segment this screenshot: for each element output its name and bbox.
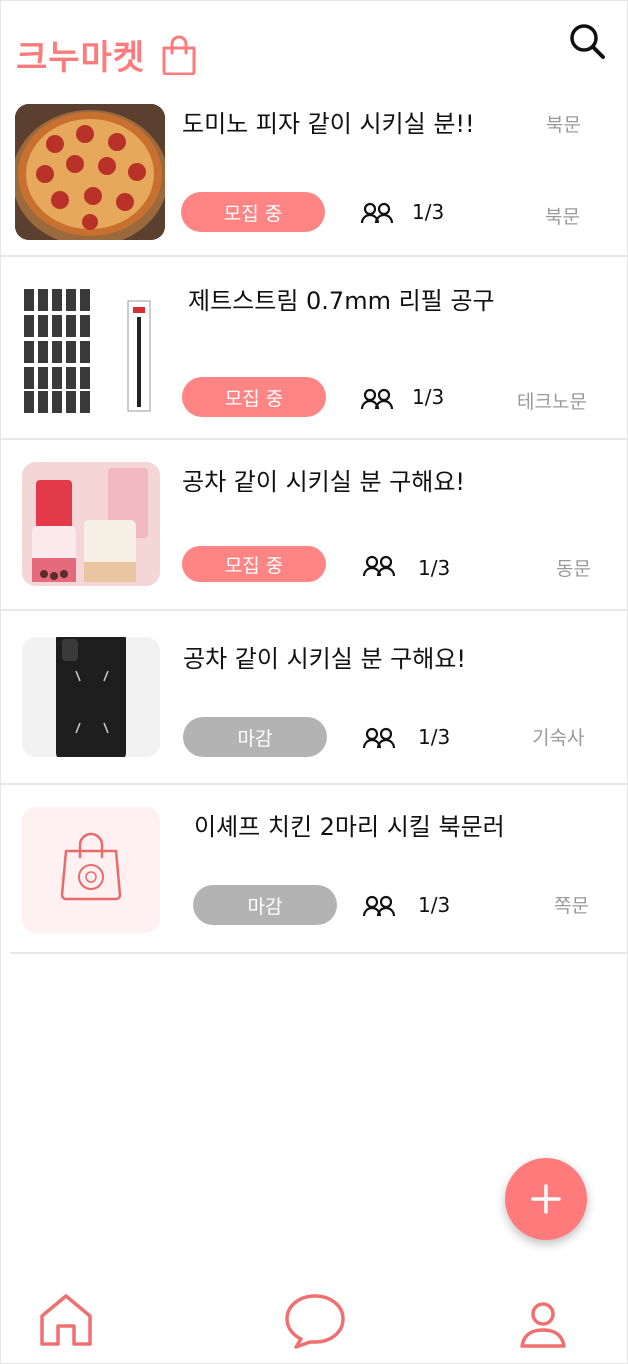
list-item[interactable]: 제트스트림 0.7mm 리필 공구 모집 중 1/3 테크노문 [0,257,628,439]
participant-count: 1/3 [418,556,451,580]
item-thumbnail-placeholder [22,807,160,933]
list-item[interactable]: 공차 같이 시키실 분 구해요! 마감 1/3 기숙사 [0,611,628,784]
drinks-image [22,462,160,586]
item-thumbnail-phone-case [22,637,160,757]
people-icon [360,388,394,410]
people-icon [362,895,396,917]
shopping-bag-icon [162,35,196,75]
item-thumbnail-drinks [22,462,160,586]
chat-icon[interactable] [284,1292,346,1350]
item-title: 도미노 피자 같이 시키실 분!! [182,110,475,138]
pen-refills-image [24,289,151,413]
shopping-bag-icon [22,807,160,933]
search-icon[interactable] [566,20,608,62]
app-title: 크누마켓 [16,38,146,78]
profile-icon[interactable] [518,1300,568,1350]
app-header: 크누마켓 [0,0,628,100]
add-post-button[interactable] [505,1158,587,1240]
home-icon[interactable] [38,1292,94,1348]
list-item[interactable]: 공차 같이 시키실 분 구해요! 모집 중 1/3 동문 [0,440,628,610]
pizza-image [15,104,165,240]
item-location-top: 북문 [546,114,581,136]
item-thumbnail-pizza [15,104,165,240]
status-badge: 모집 중 [182,377,326,417]
participant-count: 1/3 [418,725,451,749]
item-location: 북문 [545,206,580,228]
list-item[interactable]: 이셰프 치킨 2마리 시킬 북문러 마감 1/3 쪽문 [0,785,628,953]
divider [10,952,628,954]
item-thumbnail-pen-refills [18,283,160,417]
plus-icon [531,1184,561,1214]
participant-count: 1/3 [418,893,451,917]
participant-count: 1/3 [412,200,445,224]
people-icon [362,727,396,749]
people-icon [362,555,396,577]
status-badge: 모집 중 [182,546,326,582]
item-title: 이셰프 치킨 2마리 시킬 북문러 [194,813,505,841]
item-location: 쪽문 [554,895,589,917]
item-title: 제트스트림 0.7mm 리필 공구 [188,287,495,315]
brand: 크누마켓 [16,30,197,79]
status-badge: 마감 [183,717,327,757]
status-badge: 마감 [193,885,337,925]
item-title: 공차 같이 시키실 분 구해요! [182,468,466,496]
status-badge: 모집 중 [181,192,325,232]
item-location: 동문 [556,558,591,580]
people-icon [360,202,394,224]
item-title: 공차 같이 시키실 분 구해요! [183,645,467,673]
phone-case-image [22,637,160,757]
item-location: 기숙사 [532,727,585,749]
participant-count: 1/3 [412,385,445,409]
list-item[interactable]: 도미노 피자 같이 시키실 분!! 북문 모집 중 1/3 북문 [0,100,628,256]
item-location: 테크노문 [517,391,587,413]
